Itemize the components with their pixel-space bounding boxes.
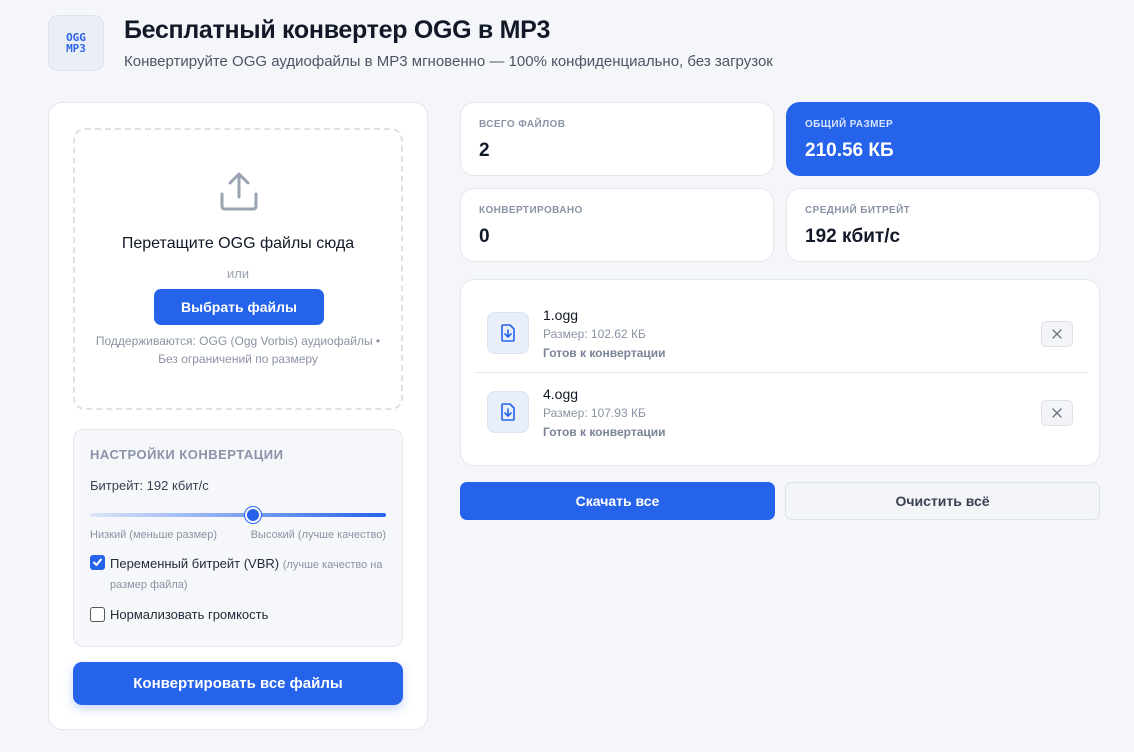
file-item: 1.ogg Размер: 102.62 КБ Готов к конверта… [475,294,1087,373]
file-list: 1.ogg Размер: 102.62 КБ Готов к конверта… [460,279,1100,466]
convert-all-button[interactable]: Конвертировать все файлы [73,662,403,705]
vbr-option[interactable]: Переменный битрейт (VBR) (лучше качество… [90,555,388,595]
slider-low-label: Низкий (меньше размер) [90,529,218,541]
remove-file-button[interactable] [1041,321,1073,347]
vbr-checkbox[interactable] [90,555,105,570]
stat-total-size-value: 210.56 КБ [805,140,894,161]
dropzone-or: или [226,266,250,281]
bitrate-slider-thumb[interactable] [244,507,261,523]
normalize-label: Нормализовать громкость [110,607,269,622]
stat-converted-label: КОНВЕРТИРОВАНО [479,205,583,216]
close-icon [1052,408,1062,418]
logo-text-mp3: MP3 [66,42,86,55]
file-item: 4.ogg Размер: 107.93 КБ Готов к конверта… [475,373,1087,452]
title-block: Бесплатный конвертер OGG в MP3 Конвертир… [124,16,773,70]
stat-avg-bitrate: СРЕДНИЙ БИТРЕЙТ 192 кбит/с [786,188,1100,262]
clear-all-button[interactable]: Очистить всё [785,482,1100,520]
upload-icon [220,172,258,211]
vbr-label: Переменный битрейт (VBR) [110,556,280,571]
stat-avg-bitrate-label: СРЕДНИЙ БИТРЕЙТ [805,205,911,216]
file-status: Готов к конвертации [543,346,666,360]
stat-total-files-label: ВСЕГО ФАЙЛОВ [479,119,566,130]
stat-avg-bitrate-value: 192 кбит/с [805,226,901,247]
converter-panel: Перетащите OGG файлы сюда или Выбрать фа… [48,102,428,730]
page-subtitle: Конвертируйте OGG аудиофайлы в MP3 мгнов… [124,53,773,70]
normalize-option[interactable]: Нормализовать громкость [90,607,268,623]
file-name: 4.ogg [543,386,579,402]
stat-converted-value: 0 [479,226,490,247]
file-status: Готов к конвертации [543,425,666,439]
stat-total-size-label: ОБЩИЙ РАЗМЕР [805,119,894,130]
file-download-icon [487,391,529,433]
dropzone-title: Перетащите OGG файлы сюда [121,235,355,252]
stat-total-files-value: 2 [479,140,490,161]
remove-file-button[interactable] [1041,400,1073,426]
file-size: Размер: 107.93 КБ [543,406,646,420]
download-all-button[interactable]: Скачать все [460,482,775,520]
stat-total-files: ВСЕГО ФАЙЛОВ 2 [460,102,774,176]
settings-title: НАСТРОЙКИ КОНВЕРТАЦИИ [90,447,284,462]
page-title: Бесплатный конвертер OGG в MP3 [124,16,551,44]
bitrate-label: Битрейт: 192 кбит/с [90,478,209,493]
checkmark-icon [93,558,102,566]
conversion-settings: НАСТРОЙКИ КОНВЕРТАЦИИ Битрейт: 192 кбит/… [73,429,403,647]
vbr-text: Переменный битрейт (VBR) (лучше качество… [110,555,388,595]
app-logo: OGG MP3 [48,15,104,71]
stat-total-size: ОБЩИЙ РАЗМЕР 210.56 КБ [786,102,1100,176]
slider-high-label: Высокий (лучше качество) [250,529,386,541]
choose-files-button[interactable]: Выбрать файлы [154,289,324,325]
file-name: 1.ogg [543,307,579,323]
dropzone-note: Поддерживаются: OGG (Ogg Vorbis) аудиофа… [95,334,381,366]
app-header: OGG MP3 Бесплатный конвертер OGG в MP3 К… [48,15,773,71]
normalize-checkbox[interactable] [90,607,105,622]
bitrate-slider-track[interactable] [90,513,386,517]
close-icon [1052,329,1062,339]
file-download-icon [487,312,529,354]
file-dropzone[interactable]: Перетащите OGG файлы сюда или Выбрать фа… [73,128,403,410]
stat-converted: КОНВЕРТИРОВАНО 0 [460,188,774,262]
file-size: Размер: 102.62 КБ [543,327,646,341]
